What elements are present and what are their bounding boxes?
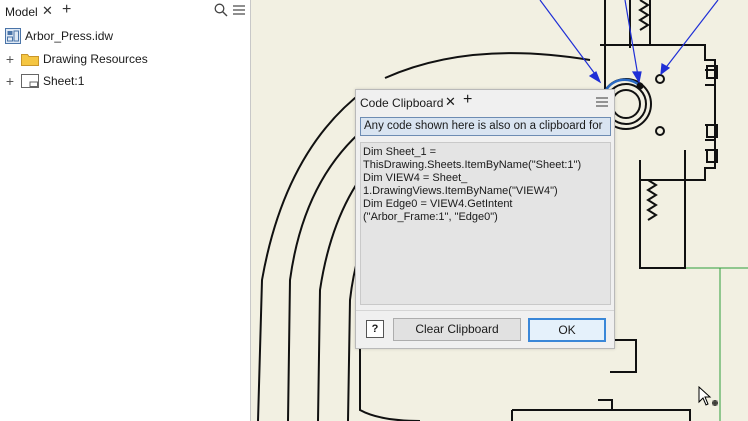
plus-icon[interactable]: + bbox=[62, 1, 71, 19]
code-line: ThisDrawing.Sheets.ItemByName("Sheet:1") bbox=[363, 159, 582, 171]
divider bbox=[356, 310, 614, 311]
hamburger-menu-icon[interactable] bbox=[233, 4, 245, 16]
code-line: ("Arbor_Frame:1", "Edge0") bbox=[363, 211, 498, 223]
dialog-title: Code Clipboard bbox=[360, 96, 444, 110]
code-line: Dim Edge0 = VIEW4.GetIntent bbox=[363, 198, 513, 210]
tree-item-document[interactable]: Arbor_Press.idw bbox=[5, 26, 113, 46]
edge-point-marker bbox=[636, 82, 644, 90]
mouse-pointer-icon bbox=[698, 386, 718, 406]
help-button[interactable]: ? bbox=[366, 320, 384, 338]
tree-item-label: Sheet:1 bbox=[43, 74, 85, 88]
folder-icon bbox=[21, 54, 39, 66]
code-line: Dim VIEW4 = Sheet_ bbox=[363, 172, 468, 184]
search-icon[interactable] bbox=[214, 3, 228, 17]
plus-icon[interactable]: + bbox=[463, 91, 472, 109]
close-icon[interactable]: ✕ bbox=[445, 94, 456, 110]
expand-icon[interactable]: + bbox=[5, 74, 15, 88]
tree-item-label: Arbor_Press.idw bbox=[25, 29, 114, 43]
clear-clipboard-button[interactable]: Clear Clipboard bbox=[393, 318, 521, 341]
ok-button[interactable]: OK bbox=[528, 318, 606, 342]
browser-tab-bar: Model ✕ + bbox=[0, 0, 250, 24]
code-line: Dim Sheet_1 = bbox=[363, 146, 437, 158]
close-icon[interactable]: ✕ bbox=[42, 3, 53, 19]
tree-item-drawing-resources[interactable]: + Drawing Resources bbox=[5, 49, 148, 69]
expand-icon[interactable]: + bbox=[5, 52, 15, 66]
code-clipboard-dialog: Code Clipboard ✕ + Any code shown here i… bbox=[355, 89, 615, 349]
sheet-icon bbox=[21, 74, 39, 88]
tree-item-sheet[interactable]: + Sheet:1 bbox=[5, 71, 84, 91]
hamburger-menu-icon[interactable] bbox=[596, 96, 608, 108]
tab-model[interactable]: Model bbox=[5, 5, 38, 19]
code-text-area[interactable]: Dim Sheet_1 = ThisDrawing.Sheets.ItemByN… bbox=[360, 142, 611, 305]
tree-item-label: Drawing Resources bbox=[43, 52, 148, 66]
drawing-document-icon bbox=[5, 28, 21, 44]
model-browser-panel: Model ✕ + Arbor_Press.idw + Drawing Reso… bbox=[0, 0, 251, 421]
code-line: 1.DrawingViews.ItemByName("VIEW4") bbox=[363, 185, 558, 197]
clipboard-info-message: Any code shown here is also on a clipboa… bbox=[360, 117, 611, 136]
